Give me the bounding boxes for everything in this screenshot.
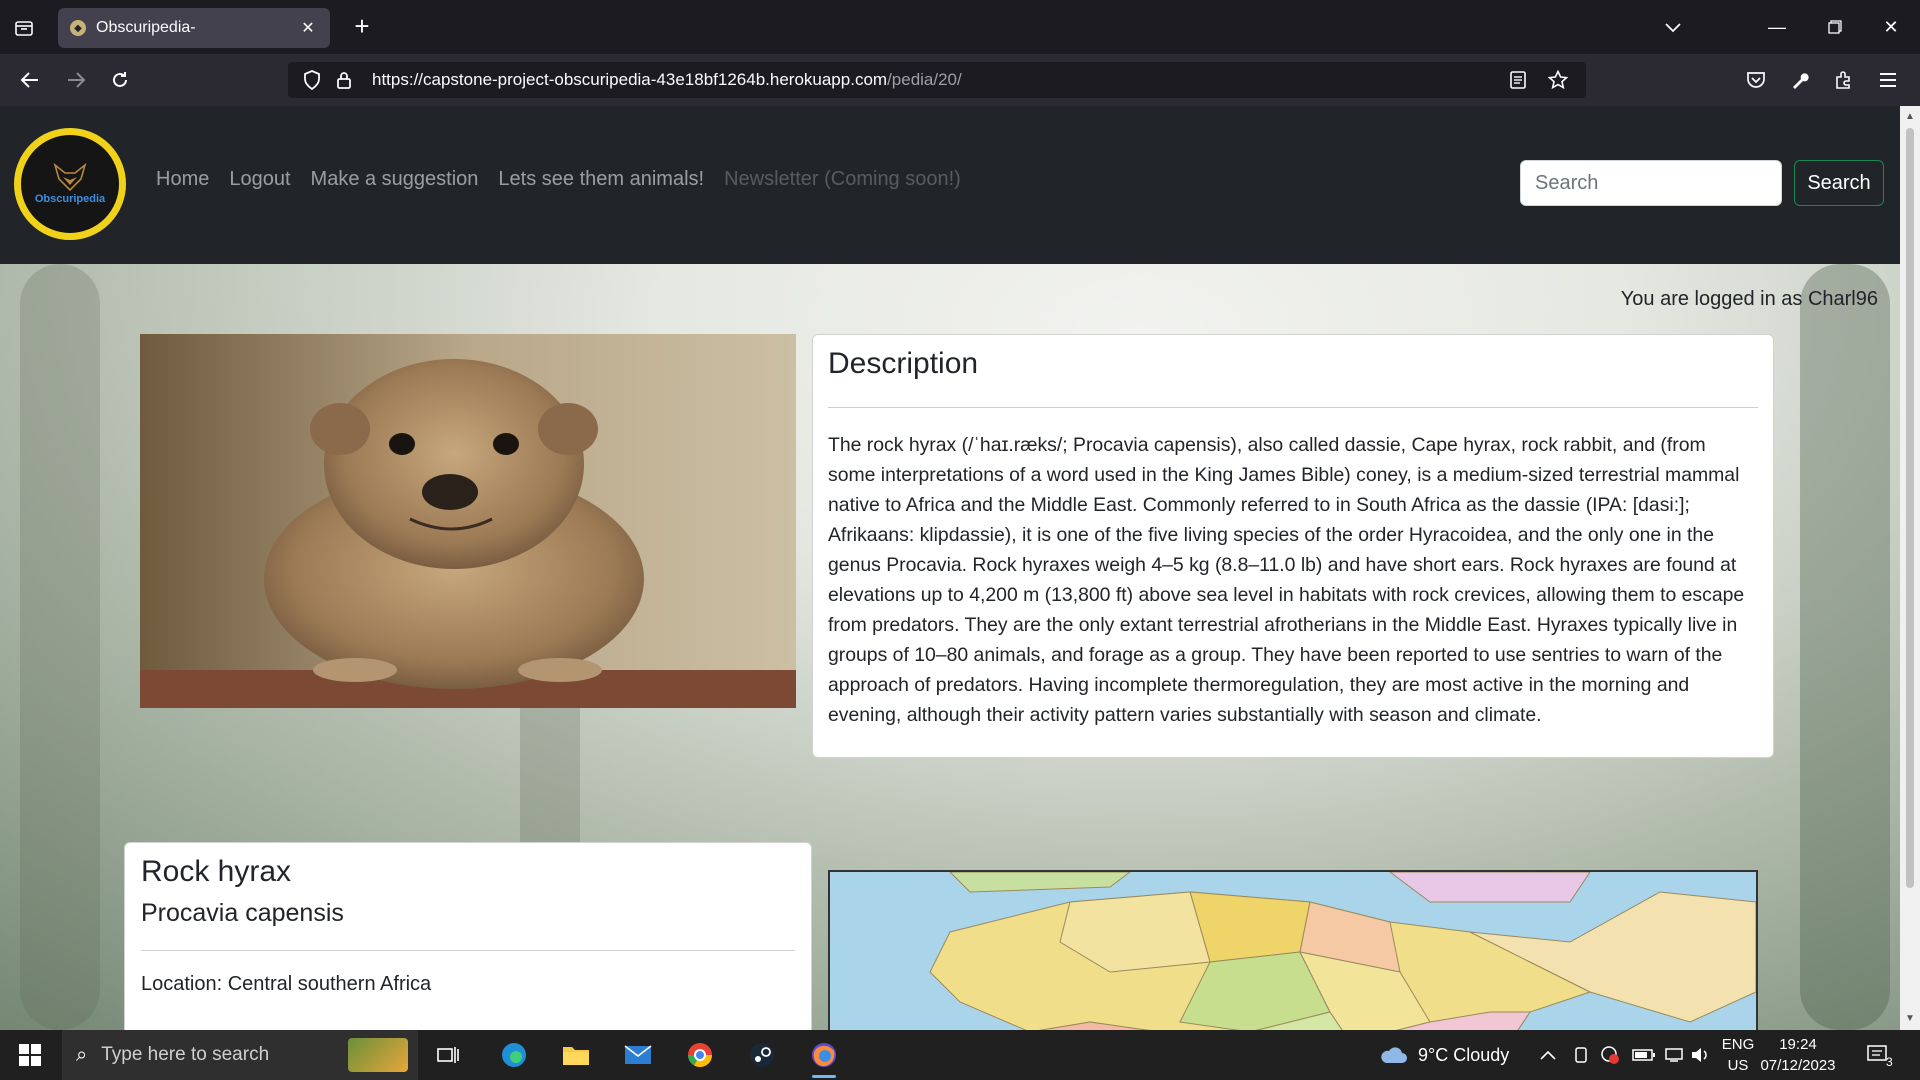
site-nav-links: Home Logout Make a suggestion Lets see t…	[156, 168, 961, 191]
description-text: The rock hyrax (/ˈhaɪ.ræks/; Procavia ca…	[828, 434, 1745, 726]
url-text: https://capstone-project-obscuripedia-43…	[372, 70, 962, 89]
chevron-down-icon[interactable]	[1658, 14, 1688, 42]
animal-scientific-name: Procavia capensis	[141, 899, 344, 927]
taskbar-search-placeholder: Type here to search	[101, 1044, 270, 1065]
reload-icon[interactable]	[104, 64, 136, 96]
description-card: Description The rock hyrax (/ˈhaɪ.ræks/;…	[812, 334, 1774, 758]
security-alert-icon[interactable]	[1600, 1030, 1620, 1080]
address-bar[interactable]: https://capstone-project-obscuripedia-43…	[288, 62, 1586, 98]
site-favicon-icon: ◆	[70, 20, 86, 36]
cloud-icon	[1381, 1047, 1407, 1063]
divider	[141, 950, 795, 951]
divider	[828, 407, 1758, 408]
scroll-up-icon[interactable]: ▲	[1904, 110, 1916, 122]
description-heading: Description	[828, 347, 979, 380]
animal-common-name: Rock hyrax	[141, 855, 292, 888]
weather-text: 9°C Cloudy	[1418, 1044, 1510, 1065]
site-logo[interactable]: Obscuripedia	[14, 128, 126, 240]
page-viewport: Obscuripedia Home Logout Make a suggesti…	[0, 106, 1900, 1030]
windows-start-icon[interactable]	[10, 1040, 50, 1070]
windows-taskbar: ⌕ Type here to search 9°C Cloudy ENG US …	[0, 1030, 1920, 1080]
hamburger-menu-icon[interactable]	[1872, 64, 1904, 96]
browser-tab[interactable]: ◆ Obscuripedia- ✕	[58, 8, 330, 48]
search-input[interactable]	[1520, 160, 1782, 206]
wrench-icon[interactable]	[1784, 64, 1816, 96]
volume-icon[interactable]	[1690, 1030, 1710, 1080]
bookmark-star-icon[interactable]	[1544, 66, 1572, 94]
search-highlight-image	[348, 1038, 408, 1072]
restore-icon[interactable]	[1810, 8, 1860, 46]
tab-title: Obscuripedia-	[96, 19, 196, 36]
notification-icon[interactable]: 3	[1866, 1030, 1893, 1080]
battery-icon[interactable]	[1632, 1030, 1656, 1080]
distribution-map	[828, 870, 1758, 1030]
chrome-icon[interactable]	[680, 1036, 720, 1074]
firefox-icon[interactable]	[804, 1036, 844, 1078]
animal-info-card: Rock hyrax Procavia capensis Location: C…	[124, 842, 812, 1030]
search-button[interactable]: Search	[1794, 160, 1884, 206]
forest-background-trunk	[1800, 264, 1890, 1030]
scroll-down-icon[interactable]: ▼	[1904, 1012, 1916, 1024]
logged-in-status: You are logged in as Charl96	[1620, 288, 1878, 310]
animal-location: Location: Central southern Africa	[141, 973, 432, 995]
search-icon: ⌕	[76, 1043, 88, 1066]
browser-toolbar: https://capstone-project-obscuripedia-43…	[0, 54, 1920, 106]
forward-arrow-icon[interactable]	[60, 64, 92, 96]
animal-photo	[140, 334, 796, 708]
page-content: You are logged in as Charl96 Description…	[0, 264, 1900, 1030]
extensions-icon[interactable]	[1828, 64, 1860, 96]
new-tab-icon[interactable]: +	[348, 11, 376, 41]
page-scrollbar[interactable]: ▲ ▼	[1900, 106, 1920, 1030]
edge-icon[interactable]	[494, 1036, 534, 1074]
language-indicator[interactable]: ENG US	[1718, 1034, 1758, 1076]
scrollbar-thumb[interactable]	[1906, 128, 1914, 888]
nav-animals-link[interactable]: Lets see them animals!	[498, 168, 704, 191]
nav-newsletter-link: Newsletter (Coming soon!)	[724, 168, 961, 190]
clock-time: 19:24	[1779, 1036, 1817, 1053]
nav-suggestion-link[interactable]: Make a suggestion	[311, 168, 479, 191]
steam-icon[interactable]	[742, 1036, 782, 1074]
shield-icon[interactable]	[298, 66, 326, 94]
clock-date: 07/12/2023	[1760, 1057, 1836, 1074]
nav-logout-link[interactable]: Logout	[229, 168, 290, 191]
pocket-icon[interactable]	[1740, 64, 1772, 96]
language-code: ENG	[1721, 1036, 1755, 1053]
task-view-icon[interactable]	[428, 1036, 468, 1074]
mail-icon[interactable]	[618, 1036, 658, 1074]
forest-background-trunk	[20, 264, 100, 1030]
close-tab-icon[interactable]: ✕	[298, 18, 318, 38]
fox-logo-icon	[53, 163, 87, 191]
logo-text: Obscuripedia	[34, 193, 106, 205]
taskbar-search-box[interactable]: ⌕ Type here to search	[62, 1030, 418, 1080]
network-icon[interactable]	[1664, 1030, 1684, 1080]
minimize-icon[interactable]: —	[1752, 8, 1802, 46]
show-hidden-icons-icon[interactable]	[1540, 1030, 1556, 1080]
tab-list-icon[interactable]	[10, 14, 38, 42]
weather-widget[interactable]: 9°C Cloudy	[1378, 1030, 1509, 1080]
keyboard-layout: US	[1727, 1057, 1749, 1074]
notification-count: 3	[1886, 1055, 1893, 1069]
taskbar-clock[interactable]: 19:24 07/12/2023	[1756, 1034, 1840, 1076]
device-icon[interactable]	[1572, 1030, 1590, 1080]
close-window-icon[interactable]: ✕	[1866, 8, 1916, 46]
site-navbar: Obscuripedia Home Logout Make a suggesti…	[0, 106, 1900, 264]
back-arrow-icon[interactable]	[14, 64, 46, 96]
file-explorer-icon[interactable]	[556, 1036, 596, 1074]
nav-home-link[interactable]: Home	[156, 168, 209, 191]
lock-icon[interactable]	[330, 66, 358, 94]
reader-view-icon[interactable]	[1504, 66, 1532, 94]
browser-tab-strip: ◆ Obscuripedia- ✕ + — ✕	[0, 0, 1920, 54]
